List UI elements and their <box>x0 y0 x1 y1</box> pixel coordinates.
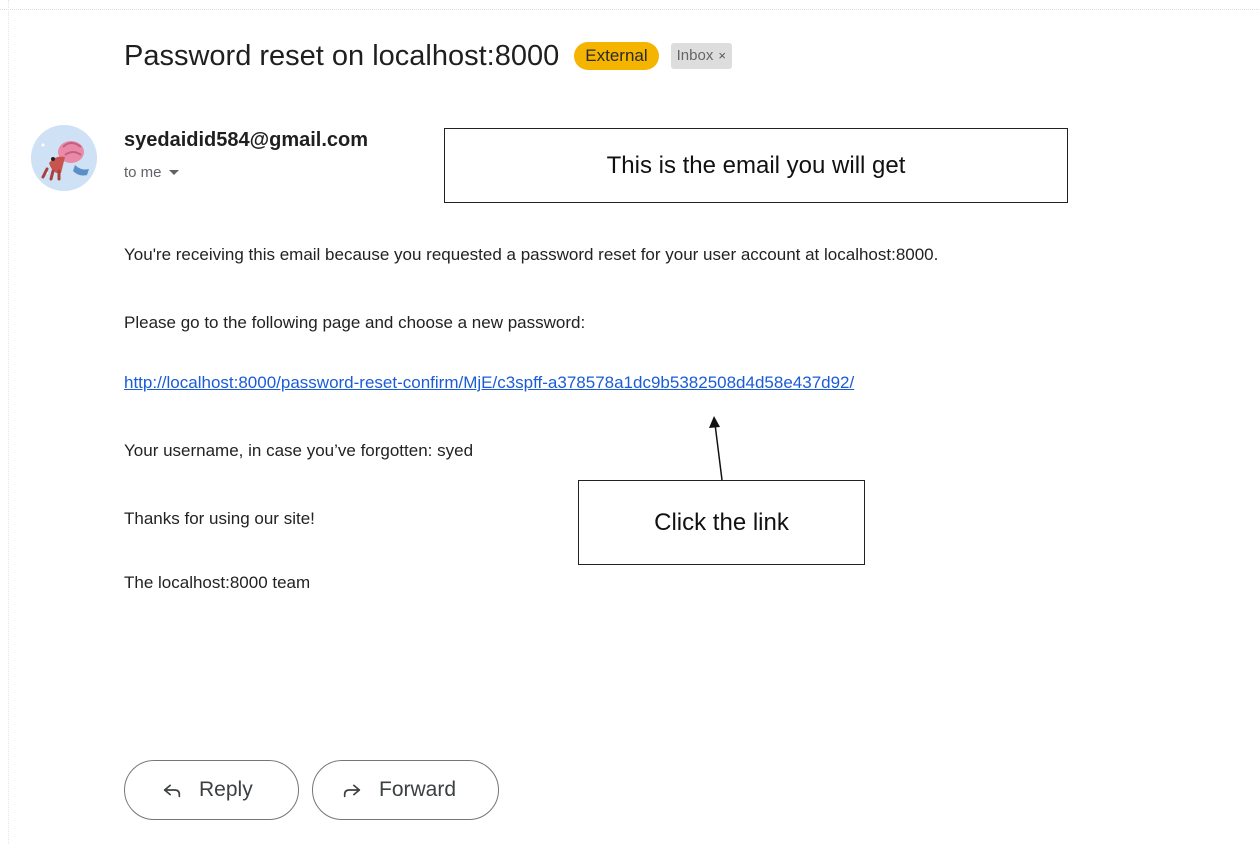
forward-button[interactable]: Forward <box>312 760 499 820</box>
reply-button[interactable]: Reply <box>124 760 299 820</box>
email-subject: Password reset on localhost:8000 <box>124 39 560 72</box>
email-callout-text: This is the email you will get <box>606 151 906 179</box>
hermit-crab-icon <box>31 125 97 191</box>
external-badge: External <box>574 42 659 70</box>
callout-arrow <box>709 416 723 481</box>
sender-email: syedaidid584@gmail.com <box>124 129 369 151</box>
reset-link-line: http://localhost:8000/password-reset-con… <box>124 373 854 393</box>
subject-row: Password reset on localhost:8000 Externa… <box>124 36 732 76</box>
body-username: Your username, in case you’ve forgotten:… <box>124 441 474 460</box>
inbox-label[interactable]: Inbox × <box>670 43 732 69</box>
body-intro: You're receiving this email because you … <box>124 245 939 264</box>
body-signature: The localhost:8000 team <box>124 573 311 592</box>
body-instruction: Please go to the following page and choo… <box>124 313 586 332</box>
link-callout-text: Click the link <box>654 508 789 536</box>
forward-label: Forward <box>379 778 457 801</box>
avatar[interactable] <box>31 125 97 191</box>
email-callout-box: This is the email you will get <box>444 128 1068 203</box>
recipient-label: to me <box>124 164 162 181</box>
inbox-label-text: Inbox <box>676 47 714 64</box>
remove-label-icon[interactable]: × <box>718 46 726 66</box>
body-thanks: Thanks for using our site! <box>124 509 315 528</box>
reset-link[interactable]: http://localhost:8000/password-reset-con… <box>124 373 854 392</box>
reply-label: Reply <box>199 778 253 801</box>
top-divider <box>0 9 1259 10</box>
left-divider <box>8 0 9 844</box>
link-callout-box: Click the link <box>578 480 865 565</box>
reply-icon <box>163 784 181 798</box>
caret-down-icon <box>168 170 179 175</box>
forward-icon <box>343 784 361 798</box>
recipient-toggle[interactable]: to me <box>124 164 179 181</box>
